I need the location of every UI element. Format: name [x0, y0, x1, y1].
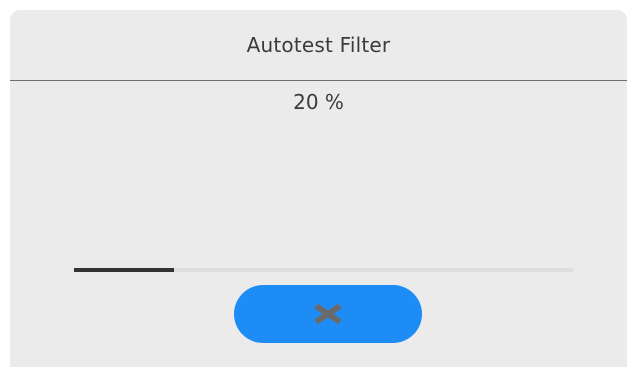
header-divider — [10, 80, 627, 81]
cancel-button[interactable] — [234, 285, 422, 343]
close-icon — [308, 301, 348, 327]
dialog-title: Autotest Filter — [246, 33, 391, 57]
autotest-dialog: Autotest Filter 20 % — [10, 10, 627, 367]
progress-bar-fill — [74, 268, 174, 272]
dialog-header: Autotest Filter — [10, 10, 627, 80]
progress-percentage: 20 % — [293, 90, 344, 114]
progress-bar — [74, 268, 573, 272]
